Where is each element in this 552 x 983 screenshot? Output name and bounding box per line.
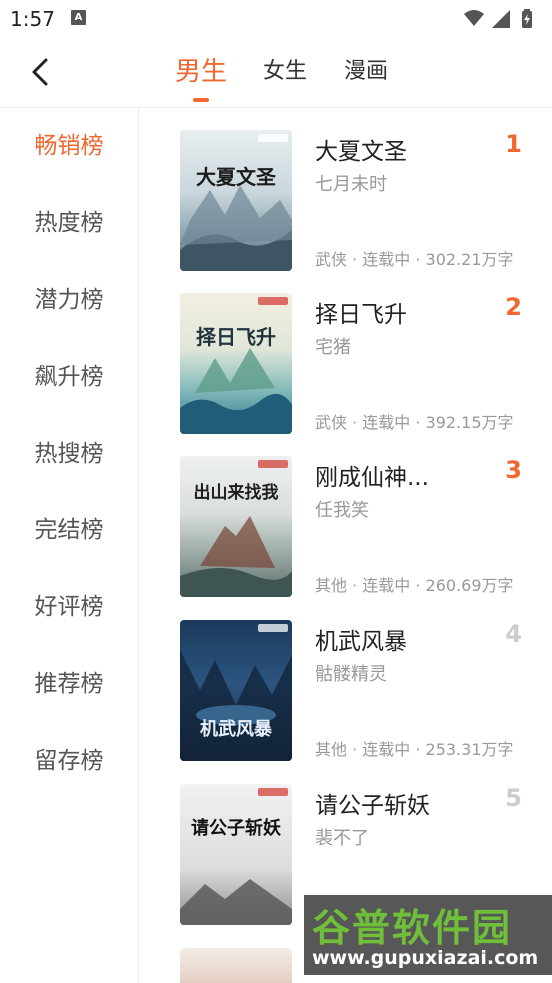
watermark-text: 谷普软件园: [312, 906, 513, 950]
book-item-2[interactable]: 择日飞升 择日飞升 宅猪 武侠 · 连载中 · 392.15万字 2: [180, 293, 532, 435]
notification-icon: A: [71, 10, 86, 25]
cover-title: 大夏文圣: [196, 165, 276, 189]
back-arrow-icon[interactable]: [26, 54, 56, 90]
cover-title: 机武风暴: [200, 719, 272, 740]
sidebar-item-hot-search[interactable]: 热搜榜: [0, 434, 138, 474]
book-item-3[interactable]: 出山来找我 刚成仙神... 任我笑 其他 · 连载中 · 260.69万字 3: [180, 456, 532, 598]
book-title: 机武风暴: [315, 629, 407, 655]
book-title: 请公子斩妖: [315, 793, 430, 819]
watermark-url: www.gupuxiazai.com: [312, 947, 539, 969]
signal-icon: [492, 10, 510, 28]
sidebar-item-popularity[interactable]: 热度榜: [0, 203, 138, 243]
rank-number: 2: [505, 293, 522, 321]
tab-female[interactable]: 女生: [263, 54, 307, 90]
book-author: 骷髅精灵: [315, 664, 387, 685]
book-author: 裴不了: [315, 828, 369, 849]
book-title: 刚成仙神...: [315, 465, 429, 491]
cover-title: 出山来找我: [193, 483, 279, 503]
sidebar-item-retention[interactable]: 留存榜: [0, 741, 138, 781]
header: 男生 女生 漫画: [0, 38, 552, 108]
tab-comics[interactable]: 漫画: [344, 54, 388, 90]
cover-title: 择日飞升: [196, 325, 276, 349]
status-icons: [464, 9, 532, 28]
sidebar-item-rising[interactable]: 飙升榜: [0, 357, 138, 397]
book-meta: 武侠 · 连载中 · 392.15万字: [315, 413, 514, 432]
sidebar-item-top-rated[interactable]: 好评榜: [0, 587, 138, 627]
book-item-4[interactable]: 机武风暴 机武风暴 骷髅精灵 其他 · 连载中 · 253.31万字 4: [180, 620, 532, 762]
book-author: 任我笑: [315, 500, 369, 521]
sidebar-item-potential[interactable]: 潜力榜: [0, 280, 138, 320]
tab-male[interactable]: 男生: [175, 54, 227, 90]
book-author: 宅猪: [315, 337, 351, 358]
rank-number: 3: [505, 456, 522, 484]
book-meta: 其他 · 连载中 · 260.69万字: [315, 576, 514, 595]
book-cover: 请公子斩妖: [180, 784, 292, 925]
wifi-icon: [464, 10, 484, 26]
book-title: 择日飞升: [315, 302, 407, 328]
rank-number: 4: [505, 620, 522, 648]
book-meta: 武侠 · 连载中 · 302.21万字: [315, 250, 514, 269]
book-cover-partial[interactable]: [180, 948, 292, 983]
sidebar-item-bestseller[interactable]: 畅销榜: [0, 126, 138, 166]
book-cover: 大夏文圣: [180, 130, 292, 271]
watermark: 谷普软件园 www.gupuxiazai.com: [304, 895, 552, 975]
status-time: 1:57: [10, 7, 55, 31]
rank-number: 1: [505, 130, 522, 158]
active-tab-indicator: [193, 98, 209, 102]
sidebar-item-recommended[interactable]: 推荐榜: [0, 664, 138, 704]
book-cover: 机武风暴: [180, 620, 292, 761]
status-bar: 1:57 A: [0, 0, 552, 38]
book-item-1[interactable]: 大夏文圣 大夏文圣 七月未时 武侠 · 连载中 · 302.21万字 1: [180, 130, 532, 272]
book-cover: 出山来找我: [180, 456, 292, 597]
ranking-sidebar: 畅销榜 热度榜 潜力榜 飙升榜 热搜榜 完结榜 好评榜 推荐榜 留存榜: [0, 108, 139, 983]
book-meta: 其他 · 连载中 · 253.31万字: [315, 740, 514, 759]
sidebar-item-completed[interactable]: 完结榜: [0, 510, 138, 550]
book-cover: 择日飞升: [180, 293, 292, 434]
rank-number: 5: [505, 784, 522, 812]
book-author: 七月未时: [315, 174, 387, 195]
cover-title: 请公子斩妖: [191, 818, 281, 839]
book-title: 大夏文圣: [315, 139, 407, 165]
